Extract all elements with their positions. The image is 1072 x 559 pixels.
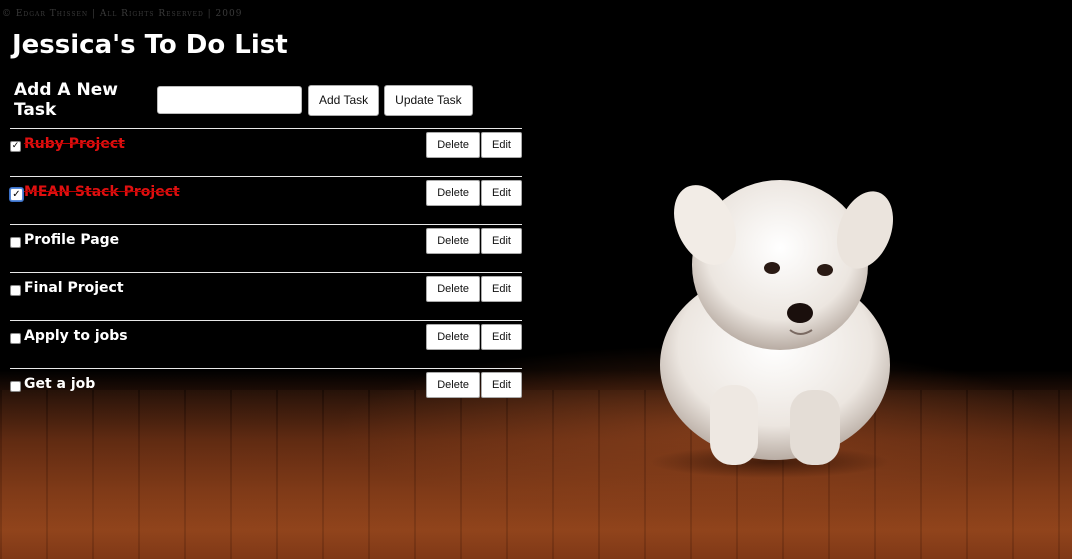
- photo-watermark: © Edgar Thissen | All Rights Reserved | …: [2, 9, 243, 19]
- task-item: ✓ MEAN Stack Project Delete Edit: [10, 176, 522, 224]
- delete-button[interactable]: Delete: [426, 276, 481, 302]
- task-checkbox[interactable]: [10, 333, 21, 344]
- task-checkbox[interactable]: ✓: [10, 141, 21, 152]
- task-checkbox[interactable]: [10, 381, 21, 392]
- task-item: ✓ Ruby Project Delete Edit: [10, 128, 522, 176]
- puppy-photo: [650, 180, 894, 478]
- task-item: Get a job Delete Edit: [10, 368, 522, 416]
- edit-button[interactable]: Edit: [481, 132, 522, 158]
- delete-button[interactable]: Delete: [426, 132, 481, 158]
- add-task-button[interactable]: Add Task: [308, 84, 380, 116]
- task-checkbox[interactable]: ✓: [10, 188, 23, 201]
- task-checkbox[interactable]: [10, 237, 21, 248]
- delete-button[interactable]: Delete: [426, 372, 481, 398]
- edit-button[interactable]: Edit: [481, 372, 522, 398]
- edit-button[interactable]: Edit: [481, 228, 522, 254]
- edit-button[interactable]: Edit: [481, 180, 522, 206]
- task-actions: Delete Edit: [425, 372, 522, 398]
- task-actions: Delete Edit: [425, 132, 522, 158]
- task-item: Profile Page Delete Edit: [10, 224, 522, 272]
- new-task-input[interactable]: [157, 86, 302, 114]
- task-actions: Delete Edit: [425, 180, 522, 206]
- task-actions: Delete Edit: [425, 228, 522, 254]
- page-title: Jessica's To Do List: [12, 30, 288, 60]
- task-actions: Delete Edit: [425, 324, 522, 350]
- edit-button[interactable]: Edit: [481, 324, 522, 350]
- add-task-label: Add A New Task: [14, 80, 118, 120]
- update-task-button[interactable]: Update Task: [384, 84, 473, 116]
- task-name: Profile Page: [24, 232, 120, 248]
- task-item: Final Project Delete Edit: [10, 272, 522, 320]
- delete-button[interactable]: Delete: [426, 180, 481, 206]
- task-item: Apply to jobs Delete Edit: [10, 320, 522, 368]
- task-list: ✓ Ruby Project Delete Edit ✓ MEAN Stack …: [10, 128, 522, 416]
- task-name: Final Project: [24, 280, 124, 296]
- add-task-form: Add A New Task Add Task Update Task: [14, 80, 478, 120]
- delete-button[interactable]: Delete: [426, 228, 481, 254]
- task-name: Apply to jobs: [24, 328, 128, 344]
- task-checkbox[interactable]: [10, 285, 21, 296]
- delete-button[interactable]: Delete: [426, 324, 481, 350]
- task-name: MEAN Stack Project: [24, 184, 180, 200]
- task-name: Ruby Project: [24, 136, 125, 152]
- task-name: Get a job: [24, 376, 96, 392]
- task-actions: Delete Edit: [425, 276, 522, 302]
- edit-button[interactable]: Edit: [481, 276, 522, 302]
